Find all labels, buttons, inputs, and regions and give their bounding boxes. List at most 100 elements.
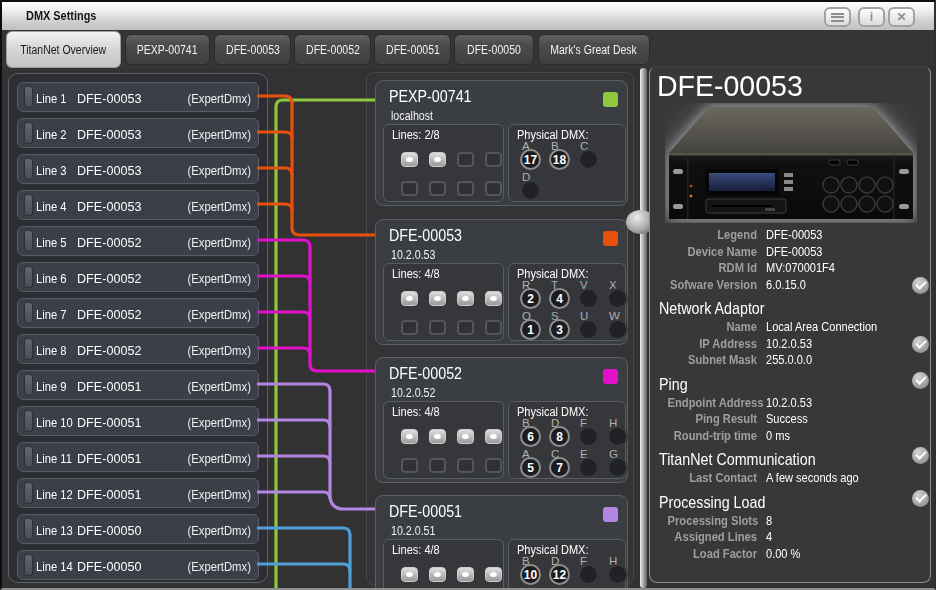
line-row-1[interactable]: Line 1DFE-00053(ExpertDmx) [17, 82, 259, 112]
line-device: DFE-00051 [77, 415, 141, 430]
line-checkbox[interactable] [485, 181, 502, 196]
tab-label: DFE-00052 [306, 43, 360, 57]
status-ok-icon [912, 490, 929, 507]
line-device: DFE-00051 [77, 451, 141, 466]
dmx-port [607, 288, 628, 309]
dmx-port [607, 457, 628, 478]
line-checkbox[interactable] [429, 181, 446, 196]
line-row-7[interactable]: Line 7DFE-00052(ExpertDmx) [17, 298, 259, 328]
line-label: Line 2 [36, 127, 66, 142]
node-card-dfe-00052[interactable]: DFE-0005210.2.0.52Lines: 4/8Physical DMX… [375, 357, 628, 483]
lines-count-label: Lines: 2/8 [392, 128, 440, 142]
device-details-panel: DFE-00053 [649, 66, 931, 583]
line-row-6[interactable]: Line 6DFE-00052(ExpertDmx) [17, 262, 259, 292]
grip-icon [24, 554, 33, 576]
line-checkbox[interactable] [429, 320, 446, 335]
device-image [665, 103, 917, 223]
detail-value: 0 ms [766, 428, 790, 444]
tab-label: TitanNet Overview [21, 43, 107, 57]
line-row-9[interactable]: Line 9DFE-00051(ExpertDmx) [17, 370, 259, 400]
line-row-5[interactable]: Line 5DFE-00052(ExpertDmx) [17, 226, 259, 256]
dmx-port [578, 426, 599, 447]
line-checkbox[interactable] [401, 152, 418, 167]
tab-titannet-overview[interactable]: TitanNet Overview [6, 31, 121, 68]
line-checkbox[interactable] [457, 320, 474, 335]
line-checkbox[interactable] [401, 429, 418, 444]
detail-value: 8 [766, 513, 772, 529]
line-row-12[interactable]: Line 12DFE-00051(ExpertDmx) [17, 478, 259, 508]
line-checkbox[interactable] [401, 567, 418, 582]
lines-box: Lines: 2/8 [383, 124, 504, 202]
line-row-11[interactable]: Line 11DFE-00051(ExpertDmx) [17, 442, 259, 472]
line-row-3[interactable]: Line 3DFE-00053(ExpertDmx) [17, 154, 259, 184]
node-card-pexp-00741[interactable]: PEXP-00741localhostLines: 2/8Physical DM… [375, 80, 628, 206]
wire [257, 564, 350, 571]
port-letter: C [551, 586, 559, 590]
line-checkbox[interactable] [485, 567, 502, 582]
line-row-13[interactable]: Line 13DFE-00050(ExpertDmx) [17, 514, 259, 544]
grip-icon [24, 446, 33, 468]
detail-value: DFE-00053 [766, 227, 823, 243]
line-checkbox[interactable] [429, 458, 446, 473]
detail-value: DFE-00053 [766, 244, 823, 260]
lines-box: Lines: 4/8 [383, 263, 504, 341]
node-color-swatch [603, 92, 618, 107]
line-checkbox[interactable] [485, 152, 502, 167]
section-heading-processing-load: Processing Load [653, 492, 929, 513]
detail-label: RDM Id [668, 260, 757, 276]
tab-dfe-00052[interactable]: DFE-00052 [294, 34, 371, 65]
line-checkbox[interactable] [429, 291, 446, 306]
node-card-dfe-00051[interactable]: DFE-0005110.2.0.51Lines: 4/8Physical DMX… [375, 495, 628, 590]
line-row-2[interactable]: Line 2DFE-00053(ExpertDmx) [17, 118, 259, 148]
line-checkbox[interactable] [485, 320, 502, 335]
info-button[interactable]: i [858, 7, 885, 27]
line-checkbox[interactable] [457, 567, 474, 582]
detail-row: Processing Slots8 [653, 513, 929, 530]
detail-label: Ping Result [668, 411, 757, 427]
line-checkbox[interactable] [457, 181, 474, 196]
line-checkbox[interactable] [485, 291, 502, 306]
line-row-10[interactable]: Line 10DFE-00051(ExpertDmx) [17, 406, 259, 436]
line-checkbox[interactable] [457, 458, 474, 473]
close-button[interactable]: ✕ [888, 7, 915, 27]
detail-label: Legend [668, 227, 757, 243]
status-ok-icon [912, 277, 929, 294]
wire [276, 100, 376, 588]
line-label: Line 9 [36, 379, 66, 394]
line-checkbox[interactable] [429, 429, 446, 444]
line-checkbox[interactable] [457, 291, 474, 306]
line-row-8[interactable]: Line 8DFE-00052(ExpertDmx) [17, 334, 259, 364]
wire [292, 102, 376, 235]
tab-mark-s-great-desk[interactable]: Mark's Great Desk [538, 34, 650, 65]
detail-value: 255.0.0.0 [766, 352, 812, 368]
node-card-dfe-00053[interactable]: DFE-0005310.2.0.53Lines: 4/8Physical DMX… [375, 219, 628, 345]
dmx-port: 12 [549, 564, 570, 585]
tab-dfe-00053[interactable]: DFE-00053 [214, 34, 291, 65]
line-label: Line 13 [36, 523, 73, 538]
status-ok-icon [912, 372, 929, 389]
line-checkbox[interactable] [429, 567, 446, 582]
line-label: Line 6 [36, 271, 66, 286]
line-checkbox[interactable] [485, 429, 502, 444]
line-checkbox[interactable] [429, 152, 446, 167]
splitter-bar[interactable] [640, 68, 647, 588]
detail-label: Endpoint Address [668, 395, 757, 411]
line-checkbox[interactable] [457, 152, 474, 167]
line-checkbox[interactable] [401, 291, 418, 306]
line-row-4[interactable]: Line 4DFE-00053(ExpertDmx) [17, 190, 259, 220]
tab-pexp-00741[interactable]: PEXP-00741 [125, 34, 210, 65]
grip-icon [24, 158, 33, 180]
line-device: DFE-00053 [77, 91, 141, 106]
dmx-lines-panel: Line 1DFE-00053(ExpertDmx)Line 2DFE-0005… [8, 73, 268, 583]
menu-button[interactable] [824, 7, 851, 27]
line-checkbox[interactable] [401, 458, 418, 473]
tab-dfe-00050[interactable]: DFE-00050 [454, 34, 534, 65]
line-checkbox[interactable] [457, 429, 474, 444]
line-checkbox[interactable] [401, 320, 418, 335]
line-checkbox[interactable] [401, 181, 418, 196]
tab-dfe-00051[interactable]: DFE-00051 [374, 34, 451, 65]
grip-icon [24, 482, 33, 504]
line-checkbox[interactable] [485, 458, 502, 473]
line-row-14[interactable]: Line 14DFE-00050(ExpertDmx) [17, 550, 259, 580]
grip-icon [24, 194, 33, 216]
